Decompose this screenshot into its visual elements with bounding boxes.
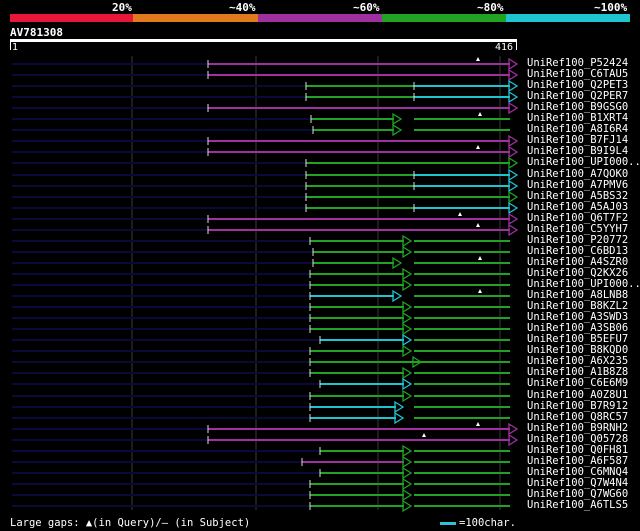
alignment-end-arrow (402, 333, 413, 347)
alignment-end-arrow (402, 311, 413, 325)
alignment-end-arrow (508, 68, 519, 82)
alignment-end-arrow (402, 455, 413, 469)
hit-label[interactable]: UniRef100_A6TLS5 (527, 500, 628, 511)
scale-swatch-icon (440, 521, 456, 525)
query-gap-icon (476, 57, 480, 61)
alignment-end-arrow (508, 433, 519, 447)
alignment-end-arrow (508, 156, 519, 170)
query-gap-icon (478, 256, 482, 260)
scale-legend: =100char. (440, 517, 516, 529)
alignment-end-arrow (402, 278, 413, 292)
hit-label[interactable]: UniRef100_UPI000... (527, 157, 640, 168)
alignment-end-arrow (402, 444, 413, 458)
alignment-end-arrow (508, 179, 519, 193)
alignment-end-arrow (508, 79, 519, 93)
query-gap-icon (458, 212, 462, 216)
alignment-end-arrow (392, 256, 403, 270)
alignment-end-arrow (402, 322, 413, 336)
alignment-end-arrow (402, 245, 413, 259)
query-gap-icon (476, 422, 480, 426)
alignment-end-arrow (402, 377, 413, 391)
alignment-end-arrow (402, 234, 413, 248)
alignment-end-arrow (402, 477, 413, 491)
alignment-end-arrow (402, 488, 413, 502)
alignment-end-arrow (402, 344, 413, 358)
alignment-end-arrow (402, 466, 413, 480)
query-gap-icon (476, 145, 480, 149)
alignment-end-arrow (508, 422, 519, 436)
alignment-end-arrow (402, 300, 413, 314)
alignment-end-arrow (402, 499, 413, 513)
alignment-end-arrow (508, 145, 519, 159)
alignment-end-arrow (402, 366, 413, 380)
alignment-end-arrow (402, 389, 413, 403)
query-gap-icon (478, 112, 482, 116)
alignment-end-arrow (508, 201, 519, 215)
alignment-end-arrow (508, 134, 519, 148)
alignment-end-arrow (392, 112, 403, 126)
alignment-end-arrow (508, 57, 519, 71)
alignment-end-arrow (392, 289, 403, 303)
alignment-end-arrow (394, 400, 405, 414)
alignment-end-arrow (402, 267, 413, 281)
alignment-end-arrow (392, 123, 403, 137)
alignment-end-arrow (508, 212, 519, 226)
alignment-end-arrow (394, 411, 405, 425)
query-gap-icon (422, 433, 426, 437)
alignment-end-arrow (508, 101, 519, 115)
alignment-end-arrow (508, 190, 519, 204)
alignment-end-arrow (508, 90, 519, 104)
alignment-end-arrow (508, 168, 519, 182)
alignment-end-arrow (508, 223, 519, 237)
gap-legend: Large gaps: ▲(in Query)/– (in Subject) (10, 517, 251, 529)
scale-label: =100char. (459, 517, 516, 529)
hit-label[interactable]: UniRef100_C6E6M9 (527, 378, 628, 389)
query-gap-icon (476, 223, 480, 227)
query-gap-icon (478, 289, 482, 293)
